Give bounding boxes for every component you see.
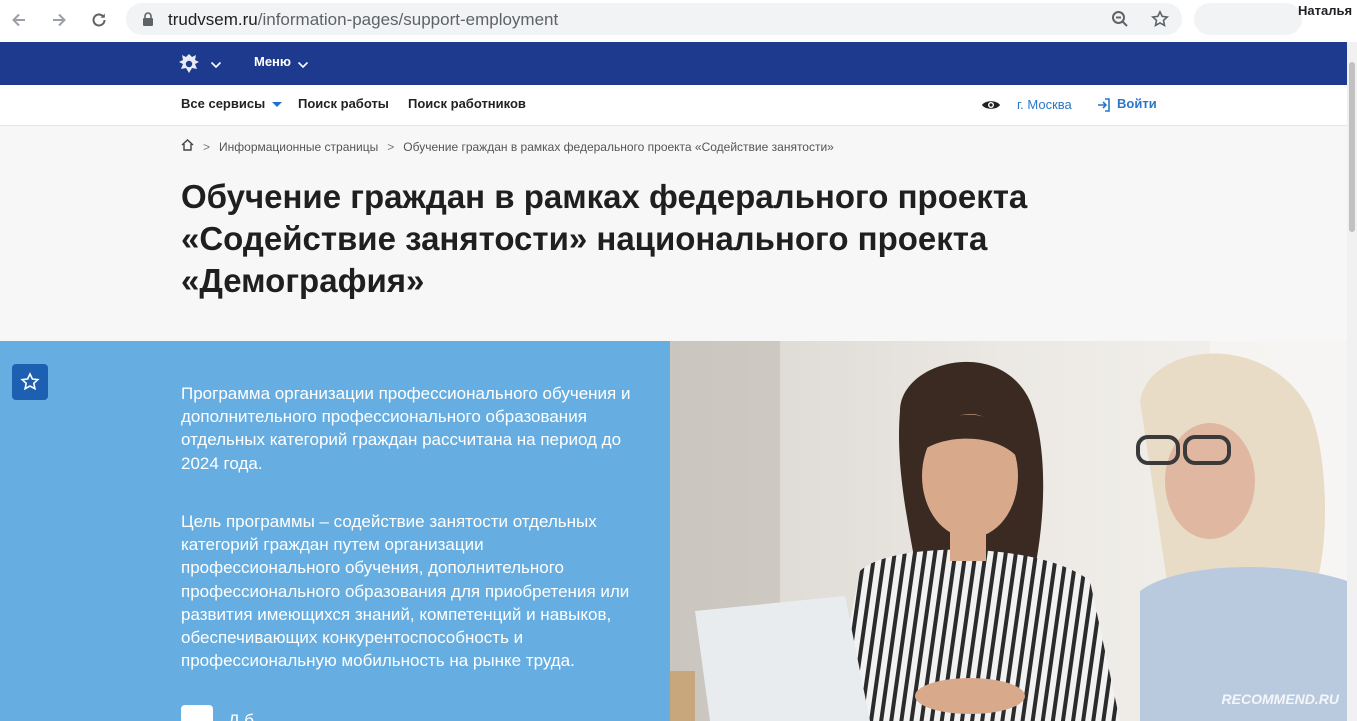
all-services-label: Все сервисы: [181, 96, 266, 111]
chevron-down-icon[interactable]: [210, 56, 222, 74]
secondary-nav: Все сервисы Поиск работы Поиск работнико…: [0, 85, 1347, 126]
url-host: trudvsem.ru: [168, 10, 258, 29]
breadcrumb-section[interactable]: Информационные страницы: [219, 140, 378, 154]
breadcrumb-current: Обучение граждан в рамках федерального п…: [403, 139, 834, 154]
nav-worker-search[interactable]: Поиск работников: [408, 96, 526, 111]
breadcrumb-separator: >: [203, 139, 211, 154]
program-info-panel: Программа организации профессионального …: [0, 341, 670, 721]
nav-job-search[interactable]: Поиск работы: [298, 96, 389, 111]
address-bar[interactable]: trudvsem.ru/information-pages/support-em…: [126, 3, 1182, 35]
login-link[interactable]: Войти: [1117, 96, 1157, 111]
back-icon[interactable]: [6, 7, 32, 33]
bookmark-star-icon[interactable]: [1150, 9, 1170, 29]
breadcrumb-separator: >: [387, 139, 395, 154]
menu-button[interactable]: Меню: [254, 54, 291, 69]
site-header: Меню: [0, 42, 1347, 85]
document-icon[interactable]: [181, 705, 213, 721]
reload-icon[interactable]: [86, 7, 112, 33]
browser-toolbar: trudvsem.ru/information-pages/support-em…: [0, 0, 1357, 42]
favorite-button[interactable]: [12, 364, 48, 400]
breadcrumb: > Информационные страницы > Обучение гра…: [181, 139, 834, 154]
page-title-line: «Демография»: [181, 262, 425, 299]
star-icon: [20, 372, 40, 391]
profile-name[interactable]: Наталья: [1298, 3, 1352, 18]
page-title-line: Обучение граждан в рамках федерального п…: [181, 178, 1028, 215]
program-goal: Цель программы – содействие занятости от…: [181, 512, 630, 671]
menu-chevron-down-icon[interactable]: [297, 56, 309, 74]
caret-down-icon: [272, 102, 283, 108]
page-scrollbar[interactable]: [1347, 42, 1357, 721]
coat-of-arms-icon[interactable]: [176, 51, 202, 77]
hero-photo: RECOMMEND.RU: [670, 341, 1347, 721]
scrollbar-thumb[interactable]: [1349, 62, 1355, 232]
watermark: RECOMMEND.RU: [1221, 691, 1339, 707]
home-icon[interactable]: [181, 139, 194, 154]
women-at-laptop-photo: [670, 341, 1347, 721]
document-link[interactable]: Д б: [228, 711, 254, 721]
page-title: Обучение граждан в рамках федерального п…: [181, 176, 1161, 302]
forward-icon[interactable]: [46, 7, 72, 33]
page-title-line: «Содействие занятости» национального про…: [181, 220, 988, 257]
accessibility-eye-icon[interactable]: [981, 98, 1001, 117]
page-hero: > Информационные страницы > Обучение гра…: [0, 126, 1347, 341]
lock-icon: [142, 12, 154, 31]
url-path: /information-pages/support-employment: [257, 10, 559, 29]
all-services-dropdown[interactable]: Все сервисы: [181, 96, 283, 111]
program-description: Программа организации профессионального …: [181, 384, 631, 473]
login-icon[interactable]: [1096, 97, 1112, 118]
url-text: trudvsem.ru/information-pages/support-em…: [168, 10, 558, 30]
zoom-icon[interactable]: [1110, 9, 1130, 29]
city-selector[interactable]: г. Москва: [1017, 97, 1072, 112]
profile-chip[interactable]: [1194, 3, 1302, 35]
